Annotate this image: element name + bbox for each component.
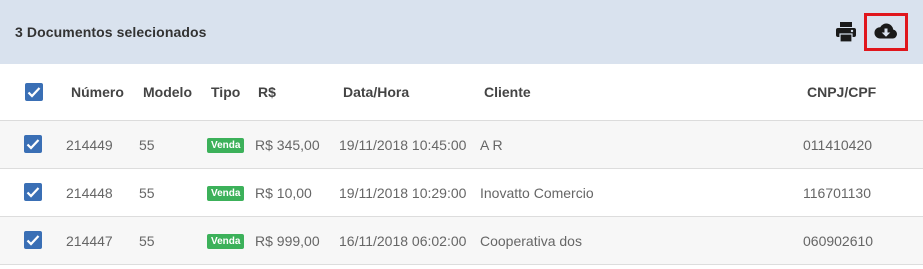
cell-cliente: Inovatto Comercio [480,185,594,201]
column-header-data-hora[interactable]: Data/Hora [343,84,409,100]
column-header-cnpj-cpf[interactable]: CNPJ/CPF [807,84,876,100]
cell-valor: R$ 10,00 [255,185,312,201]
cell-cnpj-cpf: 116701130 [803,185,871,201]
tipo-badge: Venda [207,186,245,201]
check-icon [26,235,40,246]
cell-modelo: 55 [139,233,155,249]
column-header-cliente[interactable]: Cliente [484,84,531,100]
check-icon [27,87,41,98]
cell-cnpj-cpf: 060902610 [803,233,874,249]
selection-toolbar: 3 Documentos selecionados [0,0,923,64]
column-header-modelo[interactable]: Modelo [143,84,192,100]
cell-valor: R$ 345,00 [255,137,320,153]
table-row[interactable]: 214449 55 Venda R$ 345,00 19/11/2018 10:… [0,121,923,169]
cell-data-hora: 16/11/2018 06:02:00 [339,233,467,249]
cell-data-hora: 19/11/2018 10:29:00 [339,185,467,201]
table-row[interactable]: 214447 55 Venda R$ 999,00 16/11/2018 06:… [0,217,923,265]
printer-icon [836,22,856,43]
cell-numero: 214449 [66,137,113,153]
tipo-badge: Venda [207,234,245,249]
cloud-download-icon [874,23,897,39]
cell-numero: 214447 [66,233,113,249]
cell-modelo: 55 [139,137,155,153]
cell-cnpj-cpf: 011410420 [803,137,873,153]
download-button[interactable] [864,13,908,51]
table-header: Número Modelo Tipo R$ Data/Hora Cliente … [0,64,923,121]
tipo-badge: Venda [207,138,245,153]
select-all-checkbox[interactable] [25,83,43,101]
check-icon [26,187,40,198]
selection-count-label: 3 Documentos selecionados [15,24,207,40]
cell-valor: R$ 999,00 [255,233,320,249]
cell-cliente: A R [480,137,503,153]
check-icon [26,139,40,150]
row-checkbox[interactable] [24,231,42,249]
column-header-tipo[interactable]: Tipo [211,84,240,100]
cell-data-hora: 19/11/2018 10:45:00 [339,137,467,153]
column-header-numero[interactable]: Número [71,84,124,100]
table-row[interactable]: 214448 55 Venda R$ 10,00 19/11/2018 10:2… [0,169,923,217]
cell-modelo: 55 [139,185,155,201]
column-header-valor[interactable]: R$ [258,84,276,100]
row-checkbox[interactable] [24,135,42,153]
cell-cliente: Cooperativa dos [480,233,582,249]
cell-numero: 214448 [66,185,113,201]
row-checkbox[interactable] [24,183,42,201]
print-button[interactable] [834,20,858,44]
